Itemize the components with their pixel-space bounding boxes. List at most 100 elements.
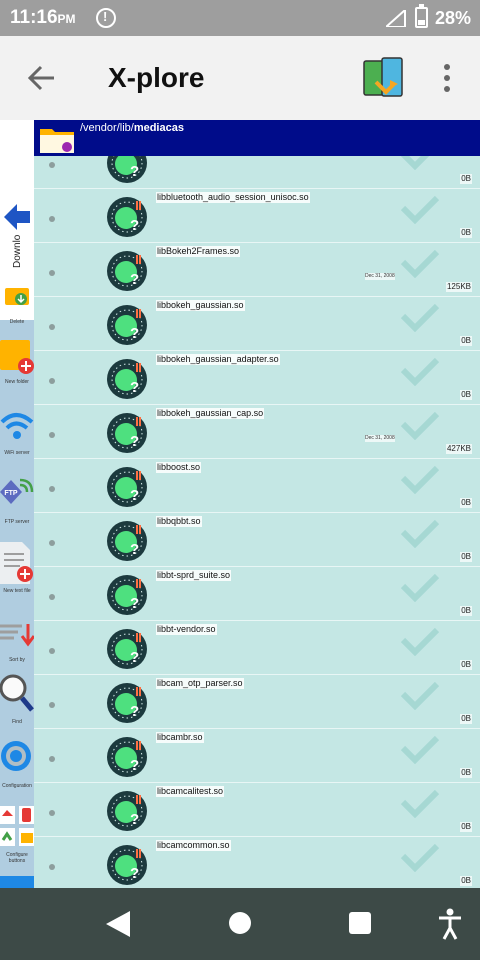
file-size: 0B [460,552,472,562]
checkmark-icon[interactable] [400,626,440,656]
unknown-file-icon: ? [107,359,147,399]
side-item-delete[interactable]: Delete [0,319,34,325]
checkmark-icon[interactable] [400,356,440,386]
navigation-bar [0,888,480,960]
app-title: X-plore [108,62,205,93]
signal-icon [386,10,406,27]
file-row[interactable]: ? libcamcalitest.so 0B [34,783,480,837]
row-marker[interactable] [49,864,55,870]
checkmark-icon[interactable] [400,734,440,764]
file-row[interactable]: ? libbt-vendor.so 0B [34,621,480,675]
folder-icon [40,129,74,153]
checkmark-icon[interactable] [400,410,440,440]
checkmark-icon[interactable] [400,842,440,872]
row-marker[interactable] [49,324,55,330]
svg-text:?: ? [130,163,139,180]
svg-text:?: ? [130,217,139,234]
file-size: 0B [460,174,472,184]
checkmark-icon[interactable] [400,464,440,494]
row-marker[interactable] [49,378,55,384]
file-name: libbokeh_gaussian.so [156,300,245,311]
file-row[interactable]: ? libcamcommon.so 0B [34,837,480,888]
svg-text:?: ? [130,649,139,666]
gear-icon[interactable] [0,736,34,778]
back-arrow-icon[interactable] [24,58,60,98]
row-marker[interactable] [49,540,55,546]
wifi-icon[interactable] [0,408,34,444]
row-marker[interactable] [49,432,55,438]
side-item-configure-buttons[interactable]: Configure buttons [0,852,34,864]
side-item-sort[interactable]: Sort by [0,657,34,663]
checkmark-icon[interactable] [400,572,440,602]
battery-percent: 28% [435,8,472,28]
file-row[interactable]: ? libcambr.so 0B [34,729,480,783]
checkmark-icon[interactable] [400,302,440,332]
sort-icon[interactable] [0,620,34,652]
ftp-icon[interactable]: FTP [0,474,34,510]
side-item-wifi[interactable]: WiFi server [0,450,34,456]
file-row[interactable]: ? libbt-sprd_suite.so 0B [34,567,480,621]
unknown-file-icon: ? [107,683,147,723]
file-size: 0B [460,228,472,238]
file-size: 0B [460,714,472,724]
arrow-left-icon[interactable] [2,202,32,232]
checkmark-icon[interactable] [400,518,440,548]
path-bar[interactable]: /vendor/lib/mediacas [34,120,480,156]
status-bar: 11:16PM 28% [0,0,480,36]
new-folder-icon[interactable] [0,332,34,376]
file-row[interactable]: ? libbokeh_gaussian.so 0B [34,297,480,351]
search-icon[interactable] [0,672,34,714]
row-marker[interactable] [49,216,55,222]
new-text-file-icon[interactable] [0,540,34,586]
row-marker[interactable] [49,162,55,168]
file-name: libbokeh_gaussian_cap.so [156,408,265,419]
file-size: 427KB [445,444,472,454]
nav-back-icon[interactable] [106,911,130,937]
file-size: 0B [460,822,472,832]
file-size: 0B [460,660,472,670]
checkmark-icon[interactable] [400,248,440,278]
checkmark-icon[interactable] [400,788,440,818]
side-item-new-folder[interactable]: New folder [0,379,34,385]
file-name: libcam_otp_parser.so [156,678,244,689]
file-row[interactable]: ? libbokeh_gaussian_cap.so Dec 31, 2008 427… [34,405,480,459]
unknown-file-icon: ? [107,791,147,831]
row-marker[interactable] [49,702,55,708]
file-date: Dec 31, 2008 [365,435,395,442]
file-name: libcambr.so [156,732,204,743]
row-marker[interactable] [49,270,55,276]
file-size: 0B [460,876,472,886]
more-vert-icon[interactable] [440,64,454,94]
file-row[interactable]: ? libBokeh2Frames.so Dec 31, 2008 125KB [34,243,480,297]
file-list[interactable]: ? 0B? libbluetooth_audio_session_unisoc.so… [34,156,480,888]
side-item-ftp[interactable]: FTP server [0,519,34,525]
file-row[interactable]: ? libcam_otp_parser.so 0B [34,675,480,729]
side-item-new-text-file[interactable]: New text file [0,588,34,594]
configure-buttons-icon[interactable] [0,804,34,848]
file-row[interactable]: ? libboost.so 0B [34,459,480,513]
row-marker[interactable] [49,810,55,816]
file-row[interactable]: ? libbluetooth_audio_session_unisoc.so 0B [34,189,480,243]
file-size: 0B [460,390,472,400]
side-panel-bottom-item[interactable] [0,876,34,888]
side-item-find[interactable]: Find [0,719,34,725]
checkmark-icon[interactable] [400,194,440,224]
accessibility-icon[interactable] [438,908,462,940]
row-marker[interactable] [49,756,55,762]
nav-recents-icon[interactable] [349,912,371,934]
row-marker[interactable] [49,648,55,654]
file-row[interactable]: ? libbqbbt.so 0B [34,513,480,567]
row-marker[interactable] [49,486,55,492]
xplore-logo-icon[interactable] [362,56,406,102]
file-row[interactable]: ? libbokeh_gaussian_adapter.so 0B [34,351,480,405]
checkmark-icon[interactable] [400,680,440,710]
nav-home-icon[interactable] [229,912,251,934]
file-row[interactable]: ? 0B [34,156,480,189]
unknown-file-icon: ? [107,521,147,561]
checkmark-icon[interactable] [400,156,440,170]
clock: 11:16PM [10,7,76,28]
row-marker[interactable] [49,594,55,600]
download-folder-icon[interactable] [4,284,30,306]
side-item-configuration[interactable]: Configuration [0,783,34,789]
unknown-file-icon: ? [107,629,147,669]
